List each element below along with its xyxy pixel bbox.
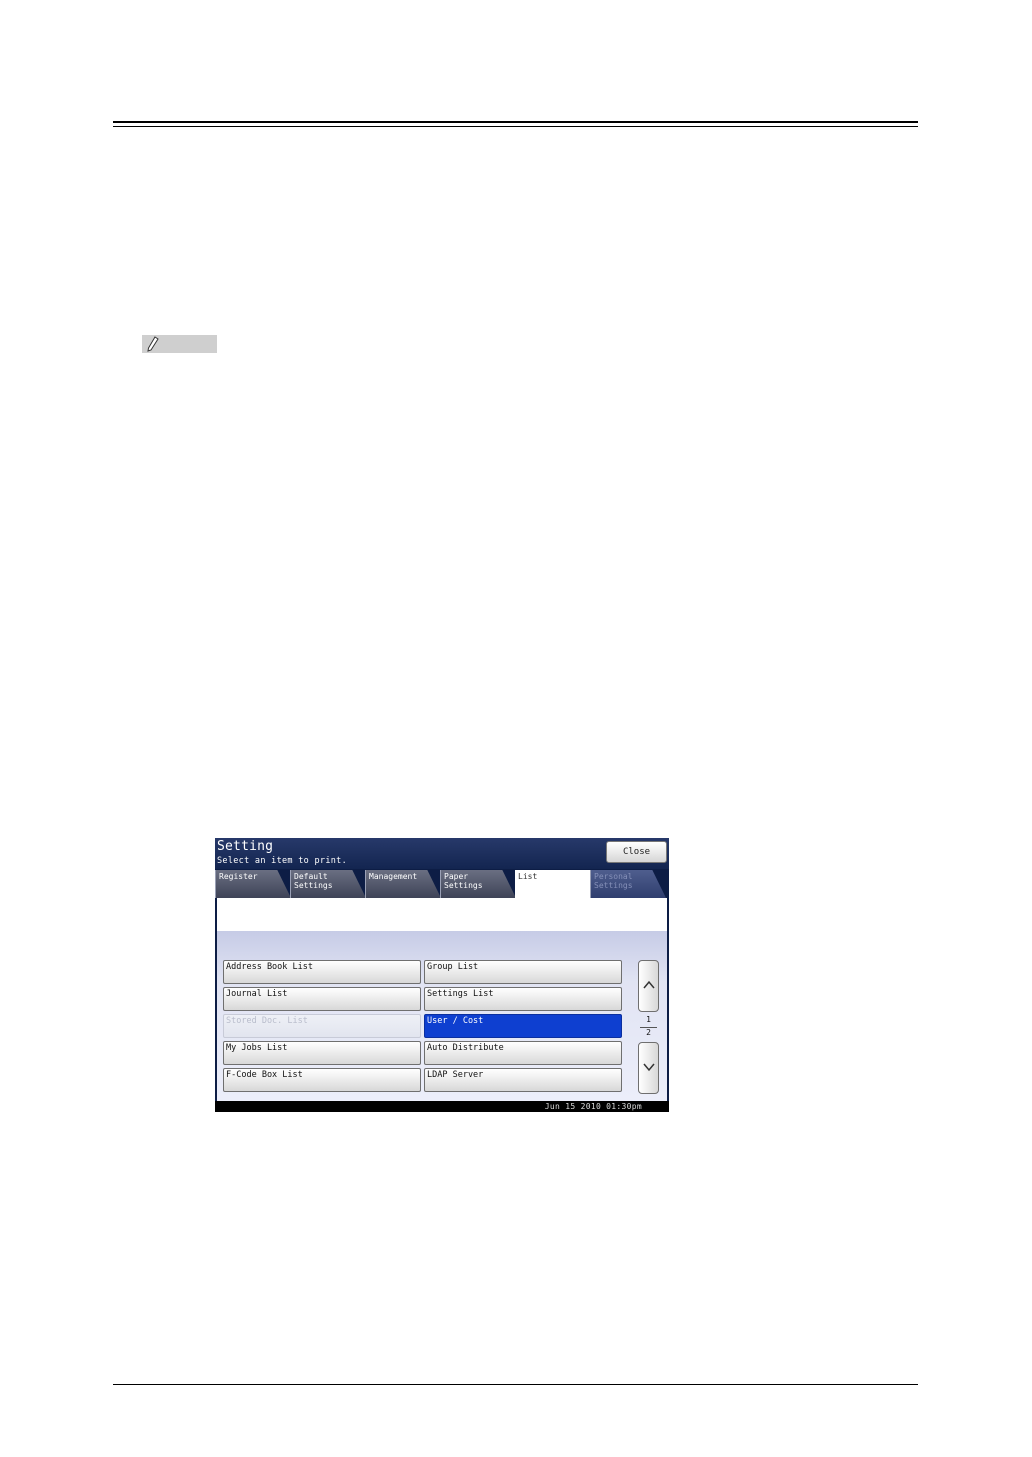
page-total: 2	[646, 1028, 651, 1037]
message-area	[217, 898, 667, 931]
tab-management[interactable]: Management	[365, 870, 441, 898]
item-list-area: Address Book List Group List Journal Lis…	[217, 931, 667, 1101]
tab-personal-settings[interactable]: Personal Settings	[590, 870, 666, 898]
group-list-button[interactable]: Group List	[424, 960, 622, 984]
tab-label: Management	[369, 872, 418, 881]
tab-label-line2: Settings	[444, 881, 483, 890]
note-badge	[142, 335, 217, 353]
screen-subtitle: Select an item to print.	[217, 856, 348, 866]
tab-label: Register	[219, 872, 258, 881]
tab-label-line2: Settings	[594, 881, 633, 890]
header-rule-thick	[113, 121, 918, 123]
header-rule-thin	[113, 126, 918, 127]
tab-bar: Register Default Settings Management Pap…	[215, 870, 669, 898]
screen-header: Setting Select an item to print. Close	[215, 838, 669, 869]
tab-label: List	[518, 872, 538, 881]
page-current: 1	[646, 1015, 651, 1024]
tab-list[interactable]: List	[515, 870, 590, 898]
tab-label-line2: Settings	[294, 881, 333, 890]
my-jobs-list-button[interactable]: My Jobs List	[223, 1041, 421, 1065]
ldap-server-button[interactable]: LDAP Server	[424, 1068, 622, 1092]
stored-doc-list-button: Stored Doc. List	[223, 1014, 421, 1038]
tab-label: Default	[294, 872, 328, 881]
datetime: Jun 15 2010 01:30pm	[544, 1102, 642, 1111]
screen-title: Setting	[217, 839, 274, 854]
journal-list-button[interactable]: Journal List	[223, 987, 421, 1011]
scroll-up-button[interactable]	[638, 960, 659, 1012]
close-button[interactable]: Close	[606, 841, 667, 863]
tab-register[interactable]: Register	[215, 870, 291, 898]
footer-rule	[113, 1384, 918, 1385]
user-cost-button[interactable]: User / Cost	[424, 1014, 622, 1038]
tab-label: Paper	[444, 872, 469, 881]
tab-default-settings[interactable]: Default Settings	[290, 870, 366, 898]
settings-list-button[interactable]: Settings List	[424, 987, 622, 1011]
address-book-list-button[interactable]: Address Book List	[223, 960, 421, 984]
status-bar: Jun 15 2010 01:30pm	[215, 1101, 669, 1112]
f-code-box-list-button[interactable]: F-Code Box List	[223, 1068, 421, 1092]
tab-paper-settings[interactable]: Paper Settings	[440, 870, 516, 898]
auto-distribute-button[interactable]: Auto Distribute	[424, 1041, 622, 1065]
scroll-down-button[interactable]	[638, 1042, 659, 1094]
tab-label: Personal	[594, 872, 633, 881]
setting-screen: Setting Select an item to print. Close R…	[215, 838, 669, 1112]
